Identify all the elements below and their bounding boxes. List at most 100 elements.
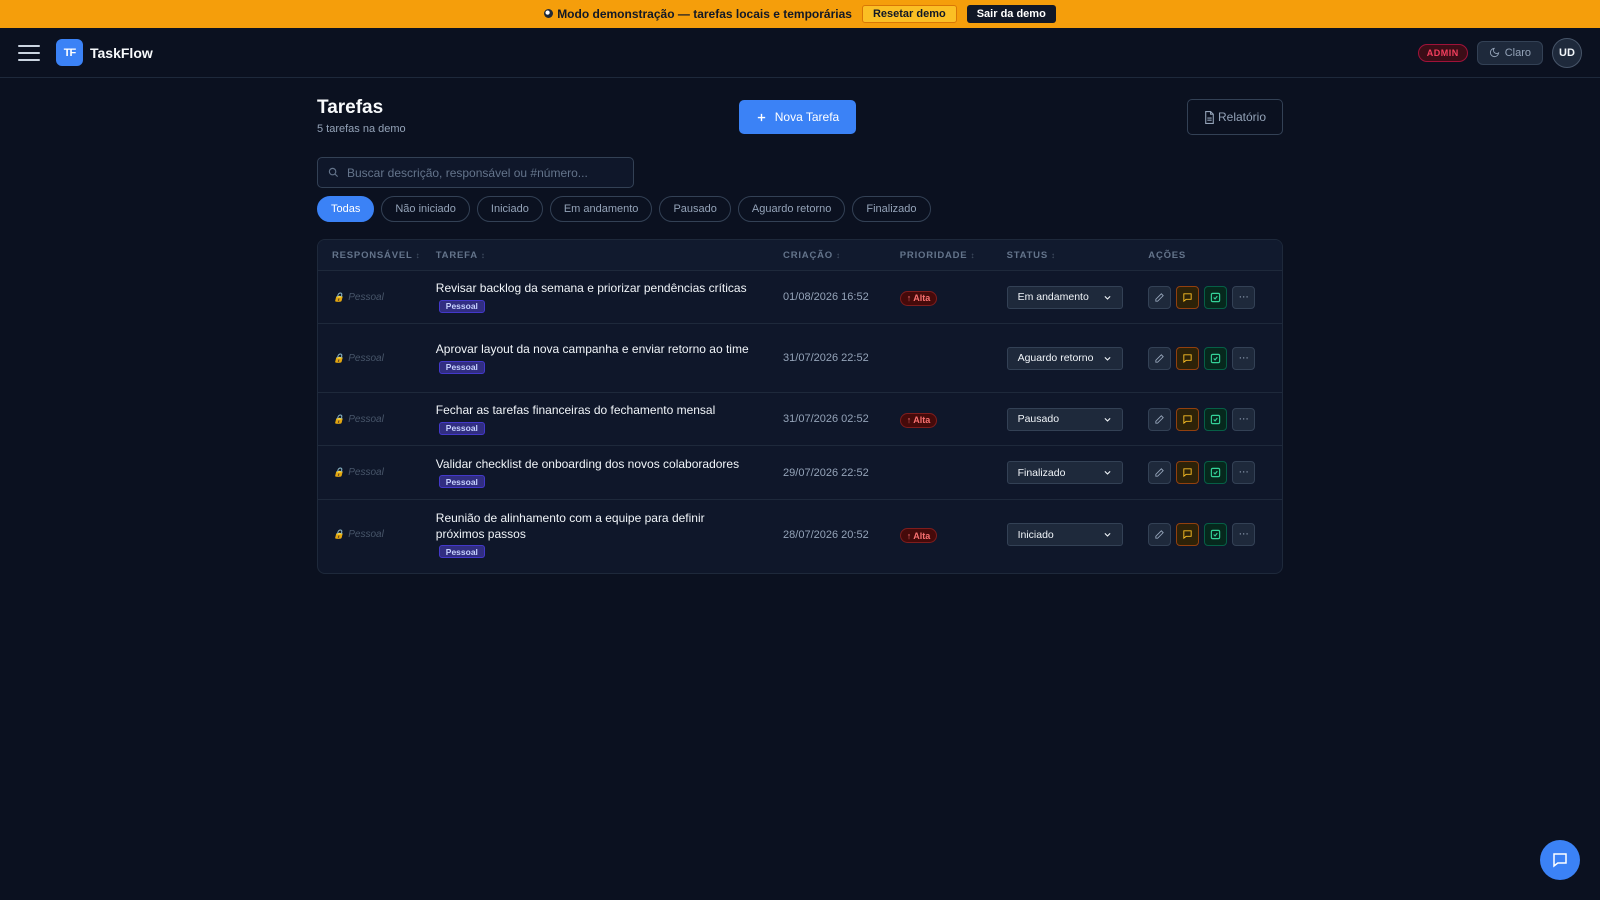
- lock-icon: 🔒: [333, 529, 345, 539]
- app-header: TF TaskFlow ADMIN Claro UD: [0, 28, 1600, 78]
- edit-icon: [1155, 353, 1165, 363]
- filter-pausado[interactable]: Pausado: [659, 196, 731, 222]
- check-square-icon: [1211, 353, 1221, 363]
- owner-cell: 🔒 Pessoal: [318, 414, 436, 425]
- more-button[interactable]: ⋯: [1232, 407, 1256, 431]
- chevron-down-icon: [1104, 295, 1111, 300]
- report-button[interactable]: Relatório: [1187, 99, 1283, 135]
- comment-icon: [1183, 414, 1192, 424]
- page-title: Tarefas: [317, 97, 384, 118]
- table-header: RESPONSÁVEL ↕ TAREFA ↕ CRIAÇÃO ↕ PRIORIDADE…: [318, 240, 1282, 271]
- status-cell: Aguardo retorno: [1006, 346, 1149, 370]
- complete-button[interactable]: [1204, 523, 1228, 546]
- task-cell: Reunião de alinhamento com a equipe para…: [436, 510, 783, 560]
- priority-cell: ↑ Alta: [899, 410, 1007, 428]
- search-icon: [328, 167, 339, 178]
- exit-demo-button[interactable]: Sair da demo: [966, 5, 1056, 23]
- comment-button[interactable]: [1176, 407, 1200, 431]
- brand-name: TaskFlow: [90, 44, 153, 61]
- task-description[interactable]: Fechar as tarefas financeiras do fechame…: [436, 402, 756, 418]
- task-description[interactable]: Aprovar layout da nova campanha e enviar…: [436, 341, 756, 357]
- edit-icon: [1155, 414, 1165, 424]
- column-owner[interactable]: RESPONSÁVEL ↕: [318, 250, 436, 261]
- lock-icon: 🔒: [333, 413, 345, 424]
- column-task[interactable]: TAREFA ↕: [436, 250, 783, 261]
- comment-button[interactable]: [1176, 346, 1200, 370]
- actions-cell: ⋯: [1148, 346, 1282, 370]
- complete-button[interactable]: [1204, 346, 1228, 370]
- status-value: Aguardo retorno: [1017, 352, 1094, 364]
- edit-button[interactable]: [1148, 346, 1172, 370]
- created-date: 31/07/2026 02:52: [783, 413, 869, 425]
- edit-button[interactable]: [1148, 285, 1172, 309]
- task-description[interactable]: Revisar backlog da semana e priorizar pe…: [436, 280, 756, 296]
- filter-em-andamento[interactable]: Em andamento: [549, 196, 653, 222]
- status-filters: Todas Não iniciado Iniciado Em andamento…: [317, 196, 931, 222]
- column-created-label: CRIAÇÃO: [783, 249, 833, 261]
- status-value: Em andamento: [1017, 291, 1089, 303]
- complete-button[interactable]: [1204, 461, 1228, 484]
- more-button[interactable]: ⋯: [1232, 285, 1256, 309]
- more-icon: ⋯: [1238, 352, 1249, 364]
- arrow-up-icon: ↑: [906, 293, 912, 303]
- status-select[interactable]: Pausado: [1006, 407, 1123, 431]
- status-value: Finalizado: [1017, 466, 1066, 479]
- actions-cell: ⋯: [1148, 407, 1282, 431]
- search-input[interactable]: [347, 165, 627, 180]
- sort-icon: ↕: [835, 250, 841, 260]
- edit-icon: [1155, 468, 1165, 477]
- chevron-down-icon: [1104, 417, 1111, 422]
- priority-badge: ↑ Alta: [899, 290, 938, 306]
- tasks-table: RESPONSÁVEL ↕ TAREFA ↕ CRIAÇÃO ↕ PRIORIDADE…: [317, 239, 1283, 574]
- complete-button[interactable]: [1204, 407, 1228, 431]
- logo-icon: TF: [56, 39, 83, 66]
- task-description[interactable]: Validar checklist de onboarding dos novo…: [436, 456, 756, 472]
- more-icon: ⋯: [1238, 529, 1249, 540]
- status-value: Pausado: [1017, 413, 1060, 425]
- filter-todas[interactable]: Todas: [317, 196, 375, 222]
- table-row: 🔒 Pessoal Revisar backlog da semana e pri…: [318, 271, 1282, 324]
- comment-button[interactable]: [1176, 461, 1200, 484]
- status-select[interactable]: Finalizado: [1006, 461, 1123, 484]
- status-select[interactable]: Iniciado: [1006, 523, 1123, 546]
- filter-finalizado[interactable]: Finalizado: [852, 196, 931, 222]
- filter-nao-iniciado[interactable]: Não iniciado: [381, 196, 470, 222]
- edit-button[interactable]: [1148, 407, 1172, 431]
- column-task-label: TAREFA: [435, 249, 478, 261]
- column-status[interactable]: STATUS ↕: [1007, 250, 1149, 261]
- avatar[interactable]: UD: [1552, 37, 1582, 68]
- new-task-button[interactable]: Nova Tarefa: [739, 100, 856, 134]
- edit-button[interactable]: [1148, 461, 1172, 484]
- created-date: 29/07/2026 22:52: [783, 466, 869, 479]
- reset-demo-button[interactable]: Resetar demo: [861, 5, 957, 23]
- priority-badge: ↑ Alta: [899, 528, 938, 543]
- plus-icon: [757, 113, 765, 121]
- category-tag: Pessoal: [438, 360, 485, 374]
- check-square-icon: [1211, 292, 1221, 302]
- task-description[interactable]: Reunião de alinhamento com a equipe para…: [436, 510, 756, 542]
- complete-button[interactable]: [1204, 285, 1228, 309]
- comment-icon: [1183, 292, 1192, 302]
- chat-button[interactable]: [1540, 840, 1580, 880]
- owner-name: Pessoal: [348, 413, 384, 425]
- status-select[interactable]: Aguardo retorno: [1006, 346, 1123, 370]
- theme-toggle-button[interactable]: Claro: [1476, 40, 1543, 65]
- comment-button[interactable]: [1176, 285, 1200, 309]
- filter-iniciado[interactable]: Iniciado: [476, 196, 543, 222]
- status-select[interactable]: Em andamento: [1006, 285, 1123, 309]
- new-task-label: Nova Tarefa: [774, 110, 840, 124]
- column-created[interactable]: CRIAÇÃO ↕: [783, 250, 900, 261]
- more-button[interactable]: ⋯: [1232, 346, 1256, 370]
- more-icon: ⋯: [1238, 291, 1249, 303]
- priority-label: Alta: [913, 415, 931, 425]
- edit-button[interactable]: [1148, 523, 1172, 546]
- filter-aguardo-retorno[interactable]: Aguardo retorno: [737, 196, 846, 222]
- column-priority[interactable]: PRIORIDADE ↕: [900, 250, 1007, 261]
- theme-label: Claro: [1504, 46, 1531, 59]
- role-badge: ADMIN: [1417, 43, 1468, 62]
- comment-icon: [1183, 530, 1192, 540]
- comment-button[interactable]: [1176, 523, 1200, 546]
- more-button[interactable]: ⋯: [1232, 523, 1256, 546]
- menu-icon[interactable]: [18, 44, 40, 61]
- more-button[interactable]: ⋯: [1232, 461, 1256, 484]
